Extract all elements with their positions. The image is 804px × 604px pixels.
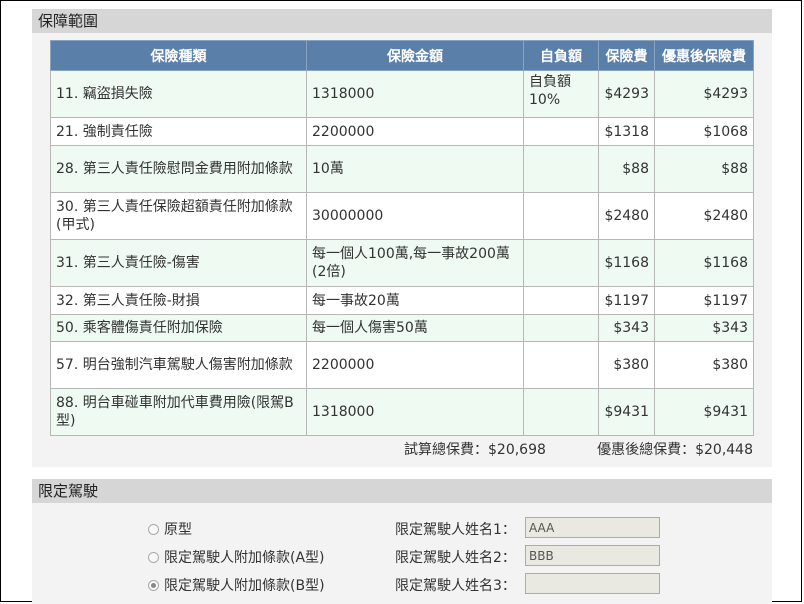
cell-type: 30. 第三人責任保險超額責任附加條款(甲式)	[50, 192, 307, 240]
table-row: 31. 第三人責任險-傷害 每一個人100萬,每一事故200萬(2倍) $116…	[50, 239, 754, 287]
cell-discounted: $9431	[654, 388, 754, 436]
cell-discounted: $1168	[654, 239, 754, 287]
cell-deductible: 自負額10%	[523, 70, 599, 118]
cell-deductible	[523, 314, 599, 342]
discounted-total-premium: 優惠後總保費：$20,448	[597, 442, 753, 458]
radio-selected-icon[interactable]	[148, 579, 159, 591]
header-deductible: 自負額	[523, 40, 599, 71]
limited-driver-panel: 限定駕駛 原型 限定駕駛人附加條款(A型) 限定駕駛人附加條款(B型) 限定駕駛…	[32, 479, 772, 604]
cell-deductible	[523, 192, 599, 240]
cell-amount: 10萬	[306, 145, 524, 193]
cell-deductible	[523, 388, 599, 436]
cell-type: 50. 乘客體傷責任附加保險	[50, 314, 307, 342]
cell-deductible	[523, 117, 599, 146]
cell-type: 57. 明台強制汽車駕駛人傷害附加條款	[50, 341, 307, 389]
header-premium: 保險費	[598, 40, 655, 71]
coverage-panel: 保障範圍 保險種類 保險金額 自負額 保險費 優惠後保險費 11. 竊盜損失險 …	[32, 9, 772, 467]
cell-discounted: $4293	[654, 70, 754, 118]
cell-amount: 每一事故20萬	[306, 286, 524, 315]
cell-type: 11. 竊盜損失險	[50, 70, 307, 118]
cell-discounted: $88	[654, 145, 754, 193]
table-row: 28. 第三人責任險慰問金費用附加條款 10萬 $88 $88	[50, 145, 754, 193]
cell-premium: $1168	[598, 239, 655, 287]
cell-premium: $88	[598, 145, 655, 193]
cell-type: 32. 第三人責任險-財損	[50, 286, 307, 315]
driver-option-b[interactable]: 限定駕駛人附加條款(B型)	[148, 575, 325, 595]
cell-premium: $9431	[598, 388, 655, 436]
cell-premium: $1318	[598, 117, 655, 146]
option-label: 限定駕駛人附加條款(A型)	[164, 550, 325, 566]
cell-deductible	[523, 145, 599, 193]
driver-option-original[interactable]: 原型	[148, 519, 192, 539]
coverage-table: 保險種類 保險金額 自負額 保險費 優惠後保險費 11. 竊盜損失險 13180…	[50, 40, 754, 436]
limited-driver-title: 限定駕駛	[32, 479, 772, 503]
cell-amount: 2200000	[306, 117, 524, 146]
driver-name-label-2: 限定駕駛人姓名2：	[395, 550, 516, 566]
cell-type: 28. 第三人責任險慰問金費用附加條款	[50, 145, 307, 193]
table-row: 32. 第三人責任險-財損 每一事故20萬 $1197 $1197	[50, 286, 754, 315]
driver-name-label-1: 限定駕駛人姓名1：	[395, 522, 516, 538]
radio-icon[interactable]	[148, 551, 159, 563]
option-label: 原型	[164, 522, 192, 538]
cell-type: 21. 強制責任險	[50, 117, 307, 146]
totals-bar: 試算總保費：$20,698 優惠後總保費：$20,448	[50, 439, 753, 459]
cell-deductible	[523, 239, 599, 287]
driver-name-label-3: 限定駕駛人姓名3：	[395, 578, 516, 594]
cell-premium: $2480	[598, 192, 655, 240]
cell-discounted: $343	[654, 314, 754, 342]
cell-amount: 每一個人100萬,每一事故200萬(2倍)	[306, 239, 524, 287]
cell-deductible	[523, 341, 599, 389]
cell-amount: 30000000	[306, 192, 524, 240]
driver-name-input-3[interactable]	[525, 573, 660, 594]
table-row: 88. 明台車碰車附加代車費用險(限駕B型) 1318000 $9431 $94…	[50, 388, 754, 436]
header-type: 保險種類	[50, 40, 307, 71]
table-row: 57. 明台強制汽車駕駛人傷害附加條款 2200000 $380 $380	[50, 341, 754, 389]
coverage-title: 保障範圍	[32, 9, 772, 33]
table-row: 21. 強制責任險 2200000 $1318 $1068	[50, 117, 754, 146]
table-row: 11. 竊盜損失險 1318000 自負額10% $4293 $4293	[50, 70, 754, 118]
cell-premium: $343	[598, 314, 655, 342]
driver-option-a[interactable]: 限定駕駛人附加條款(A型)	[148, 547, 325, 567]
coverage-header-row: 保險種類 保險金額 自負額 保險費 優惠後保險費	[50, 40, 754, 71]
cell-discounted: $2480	[654, 192, 754, 240]
cell-amount: 1318000	[306, 70, 524, 118]
driver-name-input-2[interactable]	[525, 545, 660, 566]
radio-icon[interactable]	[148, 523, 159, 535]
total-premium: 試算總保費：$20,698	[404, 442, 546, 458]
table-row: 30. 第三人責任保險超額責任附加條款(甲式) 30000000 $2480 $…	[50, 192, 754, 240]
cell-type: 88. 明台車碰車附加代車費用險(限駕B型)	[50, 388, 307, 436]
cell-type: 31. 第三人責任險-傷害	[50, 239, 307, 287]
cell-amount: 1318000	[306, 388, 524, 436]
cell-discounted: $1068	[654, 117, 754, 146]
table-row: 50. 乘客體傷責任附加保險 每一個人傷害50萬 $343 $343	[50, 314, 754, 342]
header-discounted-premium: 優惠後保險費	[654, 40, 754, 71]
cell-amount: 每一個人傷害50萬	[306, 314, 524, 342]
driver-name-input-1[interactable]	[525, 517, 660, 538]
cell-discounted: $380	[654, 341, 754, 389]
cell-discounted: $1197	[654, 286, 754, 315]
cell-premium: $380	[598, 341, 655, 389]
cell-deductible	[523, 286, 599, 315]
option-label: 限定駕駛人附加條款(B型)	[164, 578, 325, 594]
cell-premium: $4293	[598, 70, 655, 118]
header-amount: 保險金額	[306, 40, 524, 71]
cell-amount: 2200000	[306, 341, 524, 389]
cell-premium: $1197	[598, 286, 655, 315]
